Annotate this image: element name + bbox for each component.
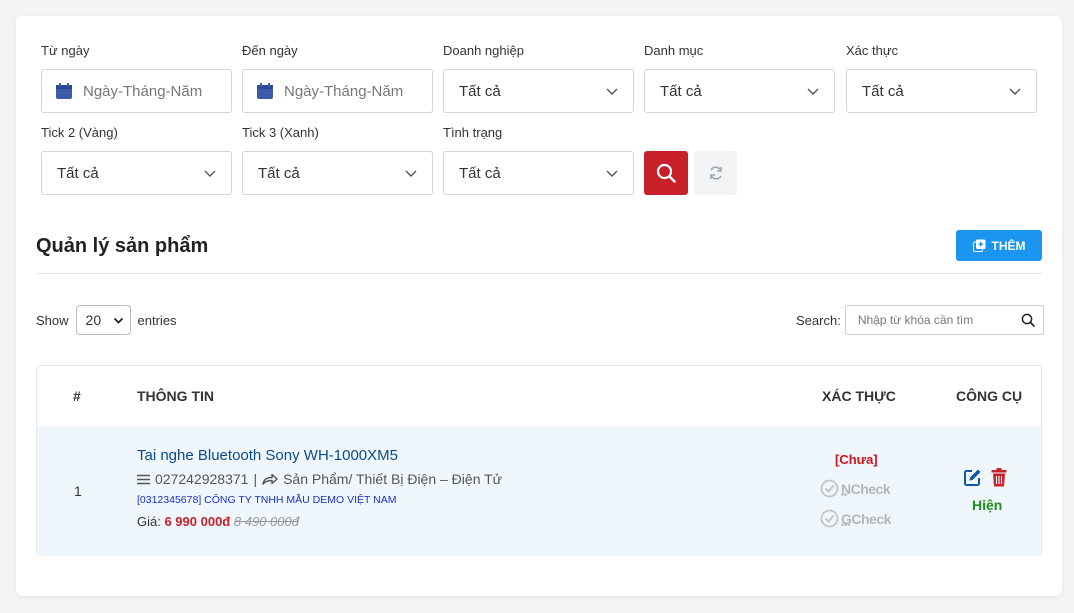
chevron-down-icon: [1009, 88, 1021, 95]
page-length-select[interactable]: 20: [75, 305, 131, 335]
select-value: Tất cả: [660, 82, 702, 100]
filter-label: Tick 2 (Vàng): [41, 125, 118, 140]
search-icon: [656, 163, 676, 183]
chevron-down-icon: [606, 88, 618, 95]
header-info[interactable]: THÔNG TIN: [137, 388, 214, 404]
page-length-value: 20: [85, 312, 102, 328]
row-index: 1: [74, 483, 82, 499]
visibility-toggle[interactable]: Hiện: [972, 497, 1002, 513]
chevron-down-icon: [807, 88, 819, 95]
select-value: Tất cả: [459, 164, 501, 182]
chevron-down-icon: [204, 170, 216, 177]
filter-label: Doanh nghiệp: [443, 43, 524, 58]
table-search: Search:: [796, 305, 1044, 335]
filter-label: Từ ngày: [41, 43, 90, 58]
select-value: Tất cả: [258, 164, 300, 182]
menu-lines-icon: [137, 474, 150, 484]
check-circle-icon: [820, 509, 839, 528]
product-meta: 027242928371 | Sản Phẩm/ Thiết Bị Điện –…: [137, 471, 502, 487]
filter-card: Từ ngày Ngày-Tháng-Năm Đến ngày Ngày-Thá…: [16, 16, 1062, 596]
edit-icon[interactable]: [963, 468, 982, 487]
refresh-icon: [709, 166, 722, 180]
product-company: [0312345678] CÔNG TY TNHH MẪU DEMO VIỆT …: [137, 494, 397, 506]
meta-separator: |: [253, 471, 258, 487]
search-field[interactable]: [844, 305, 1044, 335]
filter-label: Tình trạng: [443, 125, 503, 140]
product-price: Giá: 6 990 000đ 8 490 000đ: [137, 514, 299, 529]
enterprise-select[interactable]: Tất cả: [443, 69, 634, 113]
products-table: # THÔNG TIN XÁC THỰC CÔNG CỤ 1 Tai nghe …: [36, 365, 1042, 556]
calendar-icon: [257, 83, 273, 99]
share-arrow-icon: [262, 473, 278, 485]
date-placeholder: Ngày-Tháng-Năm: [83, 82, 203, 100]
page-length-control: Show 20 entries: [36, 305, 177, 335]
row-tools: [963, 468, 1007, 487]
ncheck-label: NCheck: [841, 480, 891, 497]
filter-label: Đến ngày: [242, 43, 298, 58]
price-label: Giá:: [137, 514, 161, 529]
title-divider: [36, 273, 1042, 274]
search-button[interactable]: [644, 151, 688, 195]
product-category: Sản Phẩm/ Thiết Bị Điện – Điện Tử: [283, 471, 503, 487]
check-circle-icon: [820, 479, 839, 498]
trash-icon[interactable]: [991, 468, 1007, 487]
tick3-select[interactable]: Tất cả: [242, 151, 433, 195]
add-copy-icon: [972, 239, 985, 252]
tick2-select[interactable]: Tất cả: [41, 151, 232, 195]
select-value: Tất cả: [57, 164, 99, 182]
add-button-label: THÊM: [991, 238, 1026, 253]
table-header: # THÔNG TIN XÁC THỰC CÔNG CỤ: [37, 366, 1041, 426]
page-title: Quản lý sản phẩm: [36, 235, 209, 257]
ncheck-stars: **: [841, 492, 848, 501]
verification-select[interactable]: Tất cả: [846, 69, 1037, 113]
select-value: Tất cả: [862, 82, 904, 100]
chevron-down-icon: [606, 170, 618, 177]
entries-label: entries: [137, 312, 177, 328]
select-value: Tất cả: [459, 82, 501, 100]
to-date-input[interactable]: Ngày-Tháng-Năm: [242, 69, 433, 113]
filter-label: Tick 3 (Xanh): [242, 125, 319, 140]
header-verify[interactable]: XÁC THỰC: [822, 388, 896, 404]
verify-status: [Chưa]: [835, 452, 878, 467]
chevron-down-icon: [405, 170, 417, 177]
filter-label: Xác thực: [846, 43, 899, 58]
header-tools[interactable]: CÔNG CỤ: [956, 388, 1022, 404]
product-code: 027242928371: [155, 471, 249, 487]
ncheck-badge: NCheck **: [820, 479, 891, 501]
gcheck-stars: ***: [841, 522, 851, 531]
search-icon[interactable]: [1021, 313, 1035, 327]
calendar-icon: [56, 83, 72, 99]
status-select[interactable]: Tất cả: [443, 151, 634, 195]
add-button[interactable]: THÊM: [956, 230, 1042, 261]
date-placeholder: Ngày-Tháng-Năm: [284, 82, 404, 100]
search-label: Search:: [796, 312, 841, 328]
product-name-link[interactable]: Tai nghe Bluetooth Sony WH-1000XM5: [137, 447, 398, 464]
chevron-down-icon: [113, 317, 123, 324]
old-price: 8 490 000đ: [233, 514, 299, 529]
show-label: Show: [36, 312, 69, 328]
sale-price: 6 990 000đ: [164, 514, 231, 529]
from-date-input[interactable]: Ngày-Tháng-Năm: [41, 69, 232, 113]
gcheck-badge: GCheck ***: [820, 509, 891, 531]
category-select[interactable]: Tất cả: [644, 69, 835, 113]
table-row: 1 Tai nghe Bluetooth Sony WH-1000XM5 027…: [37, 426, 1041, 556]
reset-button[interactable]: [694, 151, 737, 195]
search-input[interactable]: [857, 313, 1018, 327]
filter-label: Danh mục: [644, 43, 704, 58]
header-index[interactable]: #: [73, 388, 81, 404]
